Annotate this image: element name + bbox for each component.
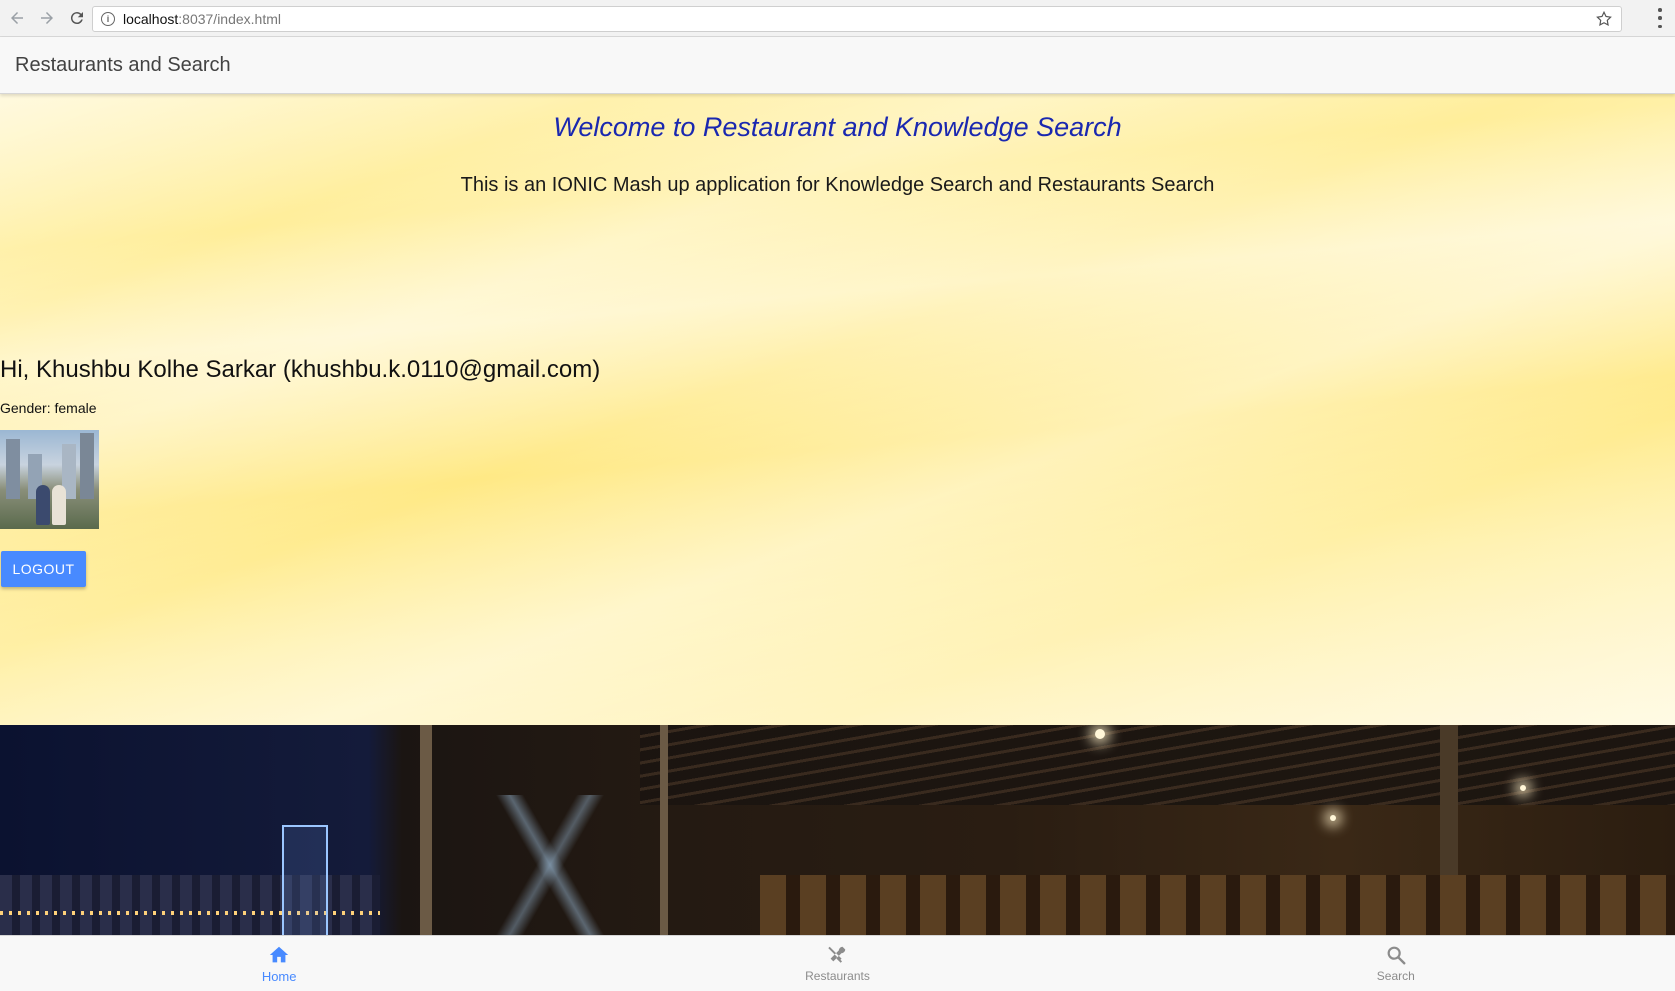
profile-photo bbox=[0, 430, 99, 529]
url-host: localhost bbox=[123, 11, 179, 27]
back-button[interactable] bbox=[4, 5, 30, 31]
page-title: Restaurants and Search bbox=[15, 53, 231, 76]
url-path: :8037/index.html bbox=[178, 11, 281, 27]
info-icon[interactable]: i bbox=[101, 12, 115, 26]
app-header: Restaurants and Search bbox=[0, 37, 1675, 94]
tab-bar: Home Restaurants Search bbox=[0, 935, 1675, 991]
tab-restaurants[interactable]: Restaurants bbox=[558, 936, 1116, 991]
arrow-right-icon bbox=[41, 12, 53, 24]
tab-home-label: Home bbox=[261, 968, 297, 984]
forward-button[interactable] bbox=[34, 5, 60, 31]
address-bar[interactable]: i localhost:8037/index.html bbox=[92, 6, 1622, 32]
restaurant-banner-image bbox=[0, 725, 1675, 935]
tab-home[interactable]: Home bbox=[0, 936, 558, 991]
home-content: Welcome to Restaurant and Knowledge Sear… bbox=[0, 94, 1675, 725]
reload-button[interactable] bbox=[64, 5, 90, 31]
user-gender: Gender: female bbox=[0, 400, 97, 416]
browser-toolbar: i localhost:8037/index.html bbox=[0, 0, 1675, 37]
tab-restaurants-label: Restaurants bbox=[805, 969, 870, 983]
logout-button[interactable]: LOGOUT bbox=[1, 551, 86, 587]
arrow-left-icon bbox=[11, 12, 23, 24]
restaurant-icon bbox=[828, 946, 846, 963]
tab-search-label: Search bbox=[1376, 969, 1415, 983]
search-icon bbox=[1387, 946, 1406, 965]
reload-icon bbox=[70, 12, 83, 25]
tab-search[interactable]: Search bbox=[1117, 936, 1675, 991]
welcome-heading: Welcome to Restaurant and Knowledge Sear… bbox=[553, 112, 1122, 142]
user-greeting: Hi, Khushbu Kolhe Sarkar (khushbu.k.0110… bbox=[0, 356, 601, 383]
more-vert-icon[interactable] bbox=[1657, 8, 1663, 28]
star-icon[interactable] bbox=[1595, 10, 1613, 28]
tagline-text: This is an IONIC Mash up application for… bbox=[460, 174, 1215, 196]
home-icon bbox=[269, 946, 289, 962]
